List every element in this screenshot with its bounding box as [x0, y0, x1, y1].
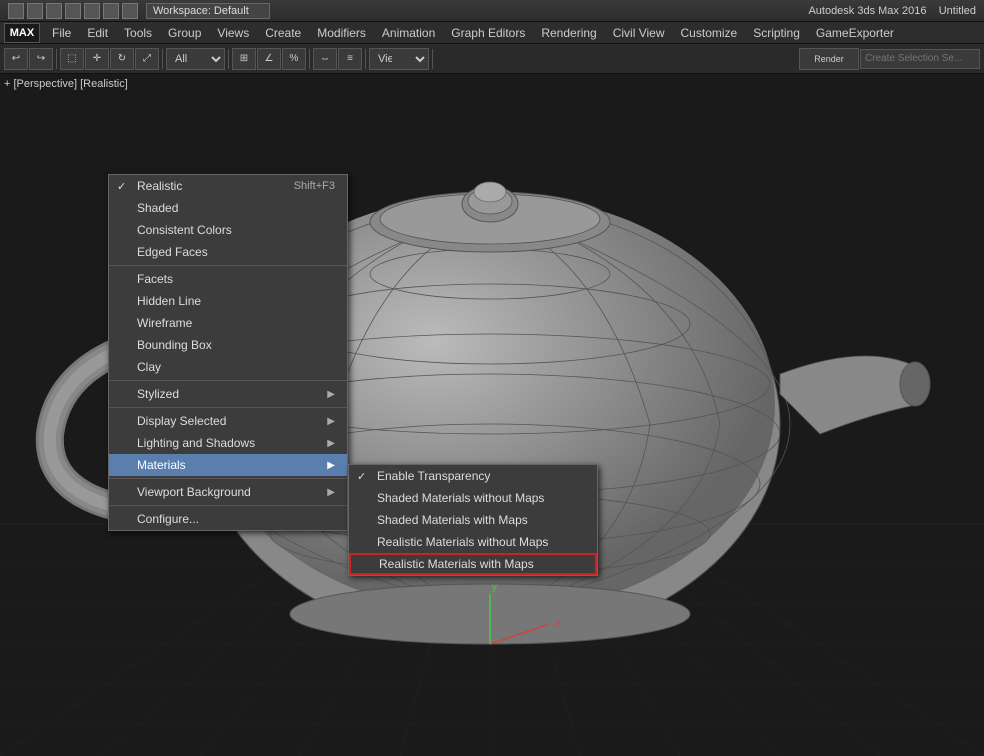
- menu-civil-view[interactable]: Civil View: [605, 24, 673, 42]
- ctx-sep4: [109, 478, 347, 479]
- menu-rendering[interactable]: Rendering: [533, 24, 604, 42]
- ctx-clay[interactable]: Clay: [109, 356, 347, 378]
- title-bar: Workspace: Default Autodesk 3ds Max 2016…: [0, 0, 984, 22]
- ctx-materials-arrow: ▶: [327, 460, 335, 471]
- ctx-lighting-shadows[interactable]: Lighting and Shadows ▶: [109, 432, 347, 454]
- snap-btn[interactable]: ⊞: [232, 48, 256, 70]
- menu-tools[interactable]: Tools: [116, 24, 160, 42]
- menu-customize[interactable]: Customize: [673, 24, 746, 42]
- ctx-facets[interactable]: Facets: [109, 268, 347, 290]
- viewport: x y + [Perspective] [Realistic] Realisti…: [0, 74, 984, 756]
- sep6: [432, 49, 433, 69]
- max-logo-btn[interactable]: MAX: [4, 23, 40, 43]
- ctx-viewport-bg-arrow: ▶: [327, 487, 335, 498]
- menu-edit[interactable]: Edit: [79, 24, 116, 42]
- submenu-realistic-no-maps[interactable]: Realistic Materials without Maps: [349, 531, 597, 553]
- context-menu: Realistic Shift+F3 Shaded Consistent Col…: [108, 174, 348, 531]
- submenu-realistic-with-maps[interactable]: Realistic Materials with Maps: [349, 553, 597, 575]
- ctx-hidden-line[interactable]: Hidden Line: [109, 290, 347, 312]
- ctx-sep3: [109, 407, 347, 408]
- menu-file[interactable]: File: [44, 24, 79, 42]
- align-btn[interactable]: ≡: [338, 48, 362, 70]
- menu-graph-editors[interactable]: Graph Editors: [443, 24, 533, 42]
- ctx-stylized-arrow: ▶: [327, 389, 335, 400]
- menu-modifiers[interactable]: Modifiers: [309, 24, 374, 42]
- menu-views[interactable]: Views: [209, 24, 257, 42]
- redo-btn[interactable]: ↪: [29, 48, 53, 70]
- pct-snap-btn[interactable]: %: [282, 48, 306, 70]
- workspace-selector[interactable]: Workspace: Default: [146, 3, 270, 19]
- ctx-edged-faces[interactable]: Edged Faces: [109, 241, 347, 263]
- sep1: [56, 49, 57, 69]
- sep4: [309, 49, 310, 69]
- ctx-sep5: [109, 505, 347, 506]
- render-setup-btn[interactable]: Render: [799, 48, 859, 70]
- view-dropdown[interactable]: View: [369, 48, 429, 70]
- scale-btn[interactable]: ⤢: [135, 48, 159, 70]
- select-btn[interactable]: ⬚: [60, 48, 84, 70]
- submenu-materials: Enable Transparency Shaded Materials wit…: [348, 464, 598, 576]
- ctx-display-selected-arrow: ▶: [327, 416, 335, 427]
- move-btn[interactable]: ✛: [85, 48, 109, 70]
- search-input[interactable]: [860, 49, 980, 69]
- menu-bar: MAX File Edit Tools Group Views Create M…: [0, 22, 984, 44]
- ctx-stylized[interactable]: Stylized ▶: [109, 383, 347, 405]
- ctx-sep2: [109, 380, 347, 381]
- ctx-lighting-shadows-arrow: ▶: [327, 438, 335, 449]
- filter-dropdown[interactable]: All: [166, 48, 225, 70]
- mirror-btn[interactable]: ⇔: [313, 48, 337, 70]
- svg-text:y: y: [492, 582, 497, 593]
- ctx-shaded[interactable]: Shaded: [109, 197, 347, 219]
- app-title: Autodesk 3ds Max 2016: [808, 5, 926, 17]
- menu-create[interactable]: Create: [257, 24, 309, 42]
- ctx-realistic[interactable]: Realistic Shift+F3: [109, 175, 347, 197]
- sep5: [365, 49, 366, 69]
- filename: Untitled: [939, 5, 976, 17]
- menu-gameexporter[interactable]: GameExporter: [808, 24, 902, 42]
- submenu-shaded-no-maps[interactable]: Shaded Materials without Maps: [349, 487, 597, 509]
- ctx-consistent-colors[interactable]: Consistent Colors: [109, 219, 347, 241]
- ctx-bounding-box[interactable]: Bounding Box: [109, 334, 347, 356]
- rotate-btn[interactable]: ↻: [110, 48, 134, 70]
- undo-btn[interactable]: ↩: [4, 48, 28, 70]
- ctx-configure[interactable]: Configure...: [109, 508, 347, 530]
- menu-scripting[interactable]: Scripting: [745, 24, 808, 42]
- svg-text:x: x: [555, 618, 560, 629]
- toolbar: ↩ ↪ ⬚ ✛ ↻ ⤢ All ⊞ ∠ % ⇔ ≡ View Render: [0, 44, 984, 74]
- menu-animation[interactable]: Animation: [374, 24, 443, 42]
- submenu-enable-transparency[interactable]: Enable Transparency: [349, 465, 597, 487]
- sep2: [162, 49, 163, 69]
- ctx-viewport-bg[interactable]: Viewport Background ▶: [109, 481, 347, 503]
- angle-snap-btn[interactable]: ∠: [257, 48, 281, 70]
- submenu-shaded-with-maps[interactable]: Shaded Materials with Maps: [349, 509, 597, 531]
- toolbar-icons-placeholder: [8, 3, 138, 19]
- ctx-sep1: [109, 265, 347, 266]
- title-bar-right: Autodesk 3ds Max 2016 Untitled: [808, 5, 976, 17]
- ctx-display-selected[interactable]: Display Selected ▶: [109, 410, 347, 432]
- menu-group[interactable]: Group: [160, 24, 209, 42]
- title-bar-left: Workspace: Default: [8, 3, 270, 19]
- ctx-materials[interactable]: Materials ▶: [109, 454, 347, 476]
- ctx-wireframe[interactable]: Wireframe: [109, 312, 347, 334]
- sep3: [228, 49, 229, 69]
- viewport-label: + [Perspective] [Realistic]: [4, 78, 128, 90]
